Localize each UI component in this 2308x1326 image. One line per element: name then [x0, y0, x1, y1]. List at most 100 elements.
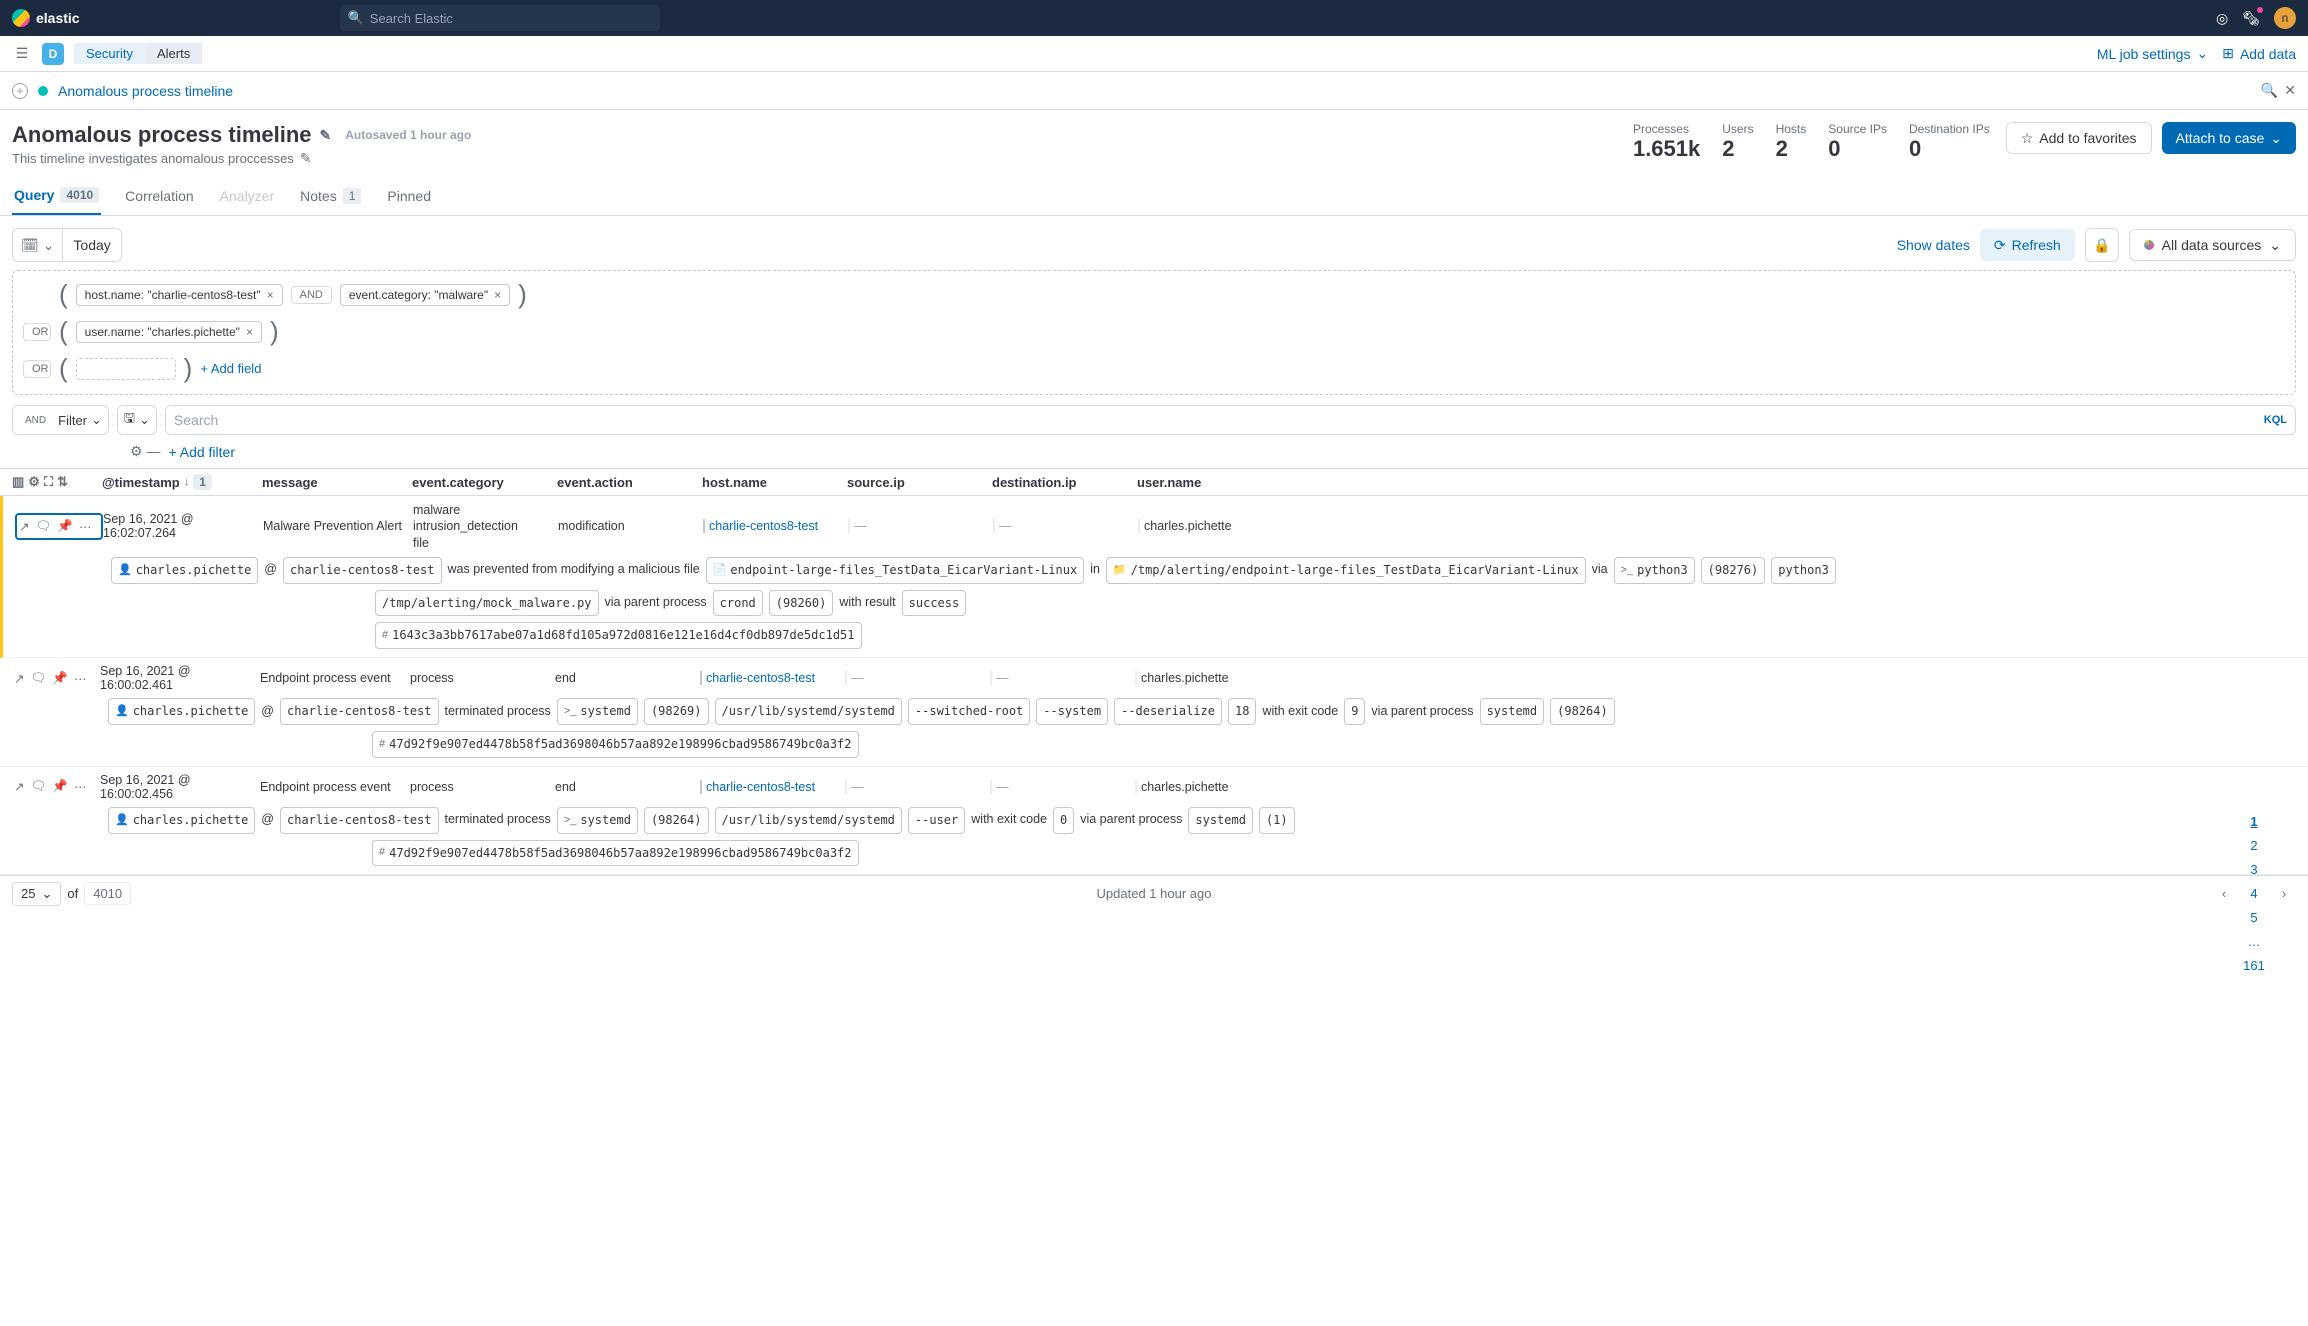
detail-pill[interactable]: charlie-centos8-test	[280, 807, 439, 834]
col-header-message[interactable]: message	[262, 475, 412, 490]
host-link[interactable]: charlie-centos8-test	[700, 671, 815, 685]
new-timeline-button[interactable]: +	[12, 83, 28, 99]
edit-subtitle-icon[interactable]: ✎	[300, 150, 312, 167]
host-link[interactable]: charlie-centos8-test	[700, 780, 815, 794]
detail-pill[interactable]: 👤charles.pichette	[111, 557, 258, 584]
detail-pill[interactable]: 9	[1344, 698, 1365, 725]
detail-pill[interactable]: #47d92f9e907ed4478b58f5ad3698046b57aa892…	[372, 731, 859, 758]
data-sources-select[interactable]: All data sources ⌄	[2129, 229, 2296, 261]
col-header-host-name[interactable]: host.name	[702, 475, 847, 490]
tab-pinned[interactable]: Pinned	[385, 177, 433, 215]
detail-pill[interactable]: #47d92f9e907ed4478b58f5ad3698046b57aa892…	[372, 840, 859, 867]
page-number-button[interactable]: 161	[2242, 954, 2266, 978]
detail-pill[interactable]: systemd	[1188, 807, 1253, 834]
detail-pill[interactable]: --switched-root	[908, 698, 1030, 725]
calendar-icon[interactable]: 🗓 ⌄	[13, 229, 63, 261]
detail-pill[interactable]: 📁/tmp/alerting/endpoint-large-files_Test…	[1106, 557, 1586, 584]
inspect-icon[interactable]: 🔍	[2261, 82, 2278, 99]
breadcrumb-security[interactable]: Security	[74, 43, 145, 64]
page-number-button[interactable]: 4	[2242, 882, 2266, 906]
detail-pill[interactable]: charlie-centos8-test	[280, 698, 439, 725]
chip-remove-icon[interactable]: ×	[494, 288, 501, 302]
page-number-button[interactable]: 5	[2242, 906, 2266, 930]
notes-icon[interactable]: 🗨	[35, 519, 51, 534]
tab-correlation[interactable]: Correlation	[123, 177, 195, 215]
fields-icon[interactable]: ▥	[12, 474, 24, 490]
detail-pill[interactable]: (98260)	[769, 590, 834, 617]
edit-title-icon[interactable]: ✎	[320, 127, 332, 144]
expand-icon[interactable]: ↗	[19, 519, 29, 534]
refresh-button[interactable]: ⟳ Refresh	[1980, 229, 2075, 261]
filter-search-input[interactable]: Search KQL	[165, 405, 2296, 435]
help-icon[interactable]: ◎	[2216, 10, 2228, 27]
attach-to-case-button[interactable]: Attach to case ⌄	[2162, 122, 2296, 154]
detail-pill[interactable]: >_python3	[1614, 557, 1695, 584]
date-picker[interactable]: 🗓 ⌄ Today	[12, 228, 122, 262]
tab-notes[interactable]: Notes 1	[298, 177, 363, 215]
detail-pill[interactable]: --system	[1036, 698, 1108, 725]
fullscreen-icon[interactable]: ⛶	[44, 474, 53, 490]
chip-remove-icon[interactable]: ×	[246, 325, 253, 339]
tab-query[interactable]: Query 4010	[12, 177, 101, 215]
elastic-logo[interactable]: elastic	[12, 9, 80, 27]
rows-per-page-select[interactable]: 25 ⌄	[12, 882, 61, 906]
operator-or[interactable]: or	[23, 360, 51, 378]
detail-pill[interactable]: >_systemd	[557, 698, 638, 725]
user-avatar[interactable]: n	[2274, 7, 2296, 29]
detail-pill[interactable]: (1)	[1259, 807, 1295, 834]
col-header-destination-ip[interactable]: destination.ip	[992, 475, 1137, 490]
detail-pill[interactable]: (98269)	[644, 698, 709, 725]
detail-pill[interactable]: 0	[1053, 807, 1074, 834]
detail-pill[interactable]: 18	[1228, 698, 1256, 725]
operator-and[interactable]: and	[291, 286, 332, 304]
global-search-input[interactable]: 🔍 Search Elastic	[340, 5, 660, 31]
add-to-favorites-button[interactable]: ☆ Add to favorites	[2006, 122, 2152, 154]
detail-pill[interactable]: 👤charles.pichette	[108, 807, 255, 834]
detail-pill[interactable]: #1643c3a3bb7617abe07a1d68fd105a972d0816e…	[375, 622, 862, 649]
col-header-source-ip[interactable]: source.ip	[847, 475, 992, 490]
close-icon[interactable]: ✕	[2284, 82, 2296, 99]
page-number-button[interactable]: 1	[2242, 810, 2266, 834]
sort-icon[interactable]: ⇅	[57, 474, 68, 490]
col-header-user-name[interactable]: user.name	[1137, 475, 1282, 490]
show-dates-link[interactable]: Show dates	[1897, 237, 1970, 253]
add-filter-link[interactable]: + Add filter	[168, 444, 235, 460]
detail-pill[interactable]: charlie-centos8-test	[283, 557, 442, 584]
host-link[interactable]: charlie-centos8-test	[703, 519, 818, 533]
kql-toggle[interactable]: KQL	[2264, 414, 2287, 426]
detail-pill[interactable]: (98276)	[1701, 557, 1766, 584]
detail-pill[interactable]: (98264)	[1550, 698, 1615, 725]
more-icon[interactable]: ⋯	[74, 779, 87, 794]
page-number-button[interactable]: 3	[2242, 858, 2266, 882]
table-row[interactable]: ↗ 🗨 📌 ⋯ Sep 16, 2021 @ 16:00:02.461 Endp…	[0, 658, 2308, 767]
detail-pill[interactable]: /usr/lib/systemd/systemd	[715, 807, 902, 834]
space-selector[interactable]: D	[42, 43, 64, 65]
detail-pill[interactable]: systemd	[1480, 698, 1545, 725]
detail-pill[interactable]: python3	[1771, 557, 1836, 584]
ml-job-settings-link[interactable]: ML job settings ⌄	[2097, 45, 2208, 62]
empty-query-slot[interactable]	[76, 358, 176, 380]
notes-icon[interactable]: 🗨	[30, 779, 46, 794]
breadcrumb-alerts[interactable]: Alerts	[145, 43, 202, 64]
detail-pill[interactable]: >_systemd	[557, 807, 638, 834]
filter-settings-icon[interactable]: ⚙ —	[130, 443, 160, 460]
pin-icon[interactable]: 📌	[57, 519, 73, 534]
col-header-timestamp[interactable]: @timestamp ↓ 1	[102, 474, 262, 490]
detail-pill[interactable]: --user	[908, 807, 965, 834]
detail-pill[interactable]: crond	[713, 590, 763, 617]
detail-pill[interactable]: --deserialize	[1114, 698, 1222, 725]
detail-pill[interactable]: 👤charles.pichette	[108, 698, 255, 725]
detail-pill[interactable]: (98264)	[644, 807, 709, 834]
query-chip-event-category[interactable]: event.category: "malware" ×	[340, 284, 510, 306]
saved-query-button[interactable]: 🖫 ⌄	[117, 405, 157, 435]
add-field-link[interactable]: + Add field	[200, 361, 261, 376]
detail-pill[interactable]: /tmp/alerting/mock_malware.py	[375, 590, 599, 617]
expand-icon[interactable]: ↗	[14, 671, 24, 686]
filter-mode-and[interactable]: AND Filter ⌄	[12, 405, 109, 435]
detail-pill[interactable]: 📄endpoint-large-files_TestData_EicarVari…	[706, 557, 1084, 584]
news-icon[interactable]: 🗞	[2242, 10, 2260, 27]
menu-toggle-icon[interactable]: ☰	[12, 44, 32, 64]
add-data-link[interactable]: ⊞ Add data	[2222, 45, 2296, 62]
detail-pill[interactable]: success	[902, 590, 967, 617]
more-icon[interactable]: ⋯	[74, 671, 87, 686]
